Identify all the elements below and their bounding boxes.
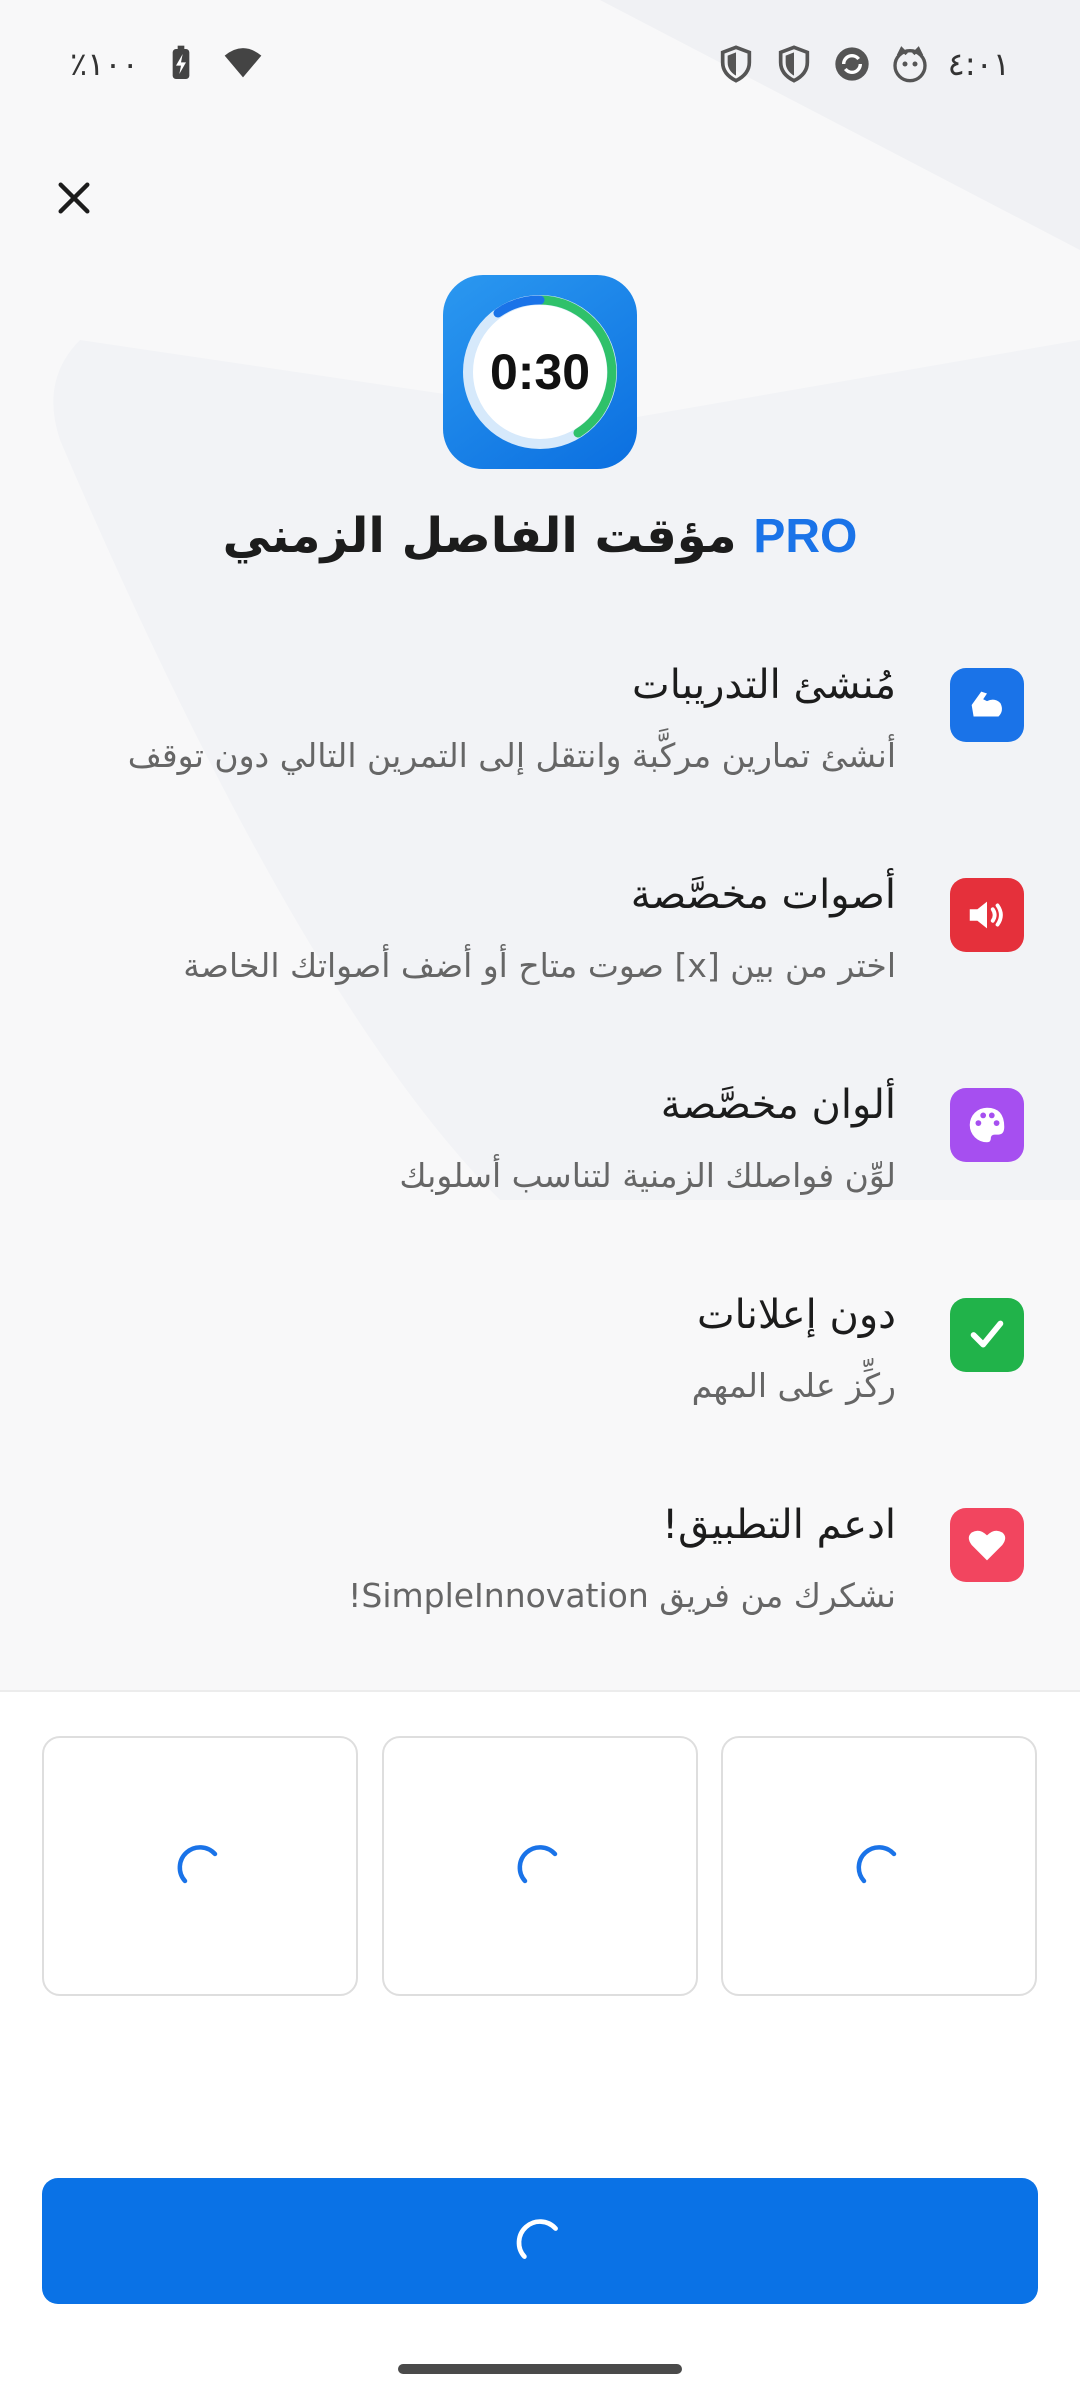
loading-spinner-icon (516, 2219, 558, 2259)
page-title: مؤقت الفاصل الزمني PRO (0, 508, 1080, 564)
loading-spinner-icon (177, 1845, 218, 1884)
feature-description: أنشئ تمارين مركَّبة وانتقل إلى التمرين ا… (127, 736, 896, 775)
feature-custom-colors: ألوان مخصَّصة لوِّن فواصلك الزمنية لتناس… (0, 1082, 1080, 1252)
sync-icon (834, 47, 869, 81)
feature-description: لوِّن فواصلك الزمنية لتناسب أسلوبك (399, 1156, 896, 1195)
feature-title: دون إعلانات (696, 1292, 896, 1338)
close-icon (58, 182, 90, 214)
flexed-arm-icon (950, 668, 1024, 742)
home-indicator[interactable] (398, 2364, 682, 2374)
battery-percentage: ٪١٠٠ (70, 45, 139, 83)
shield-icon (720, 45, 751, 83)
loading-spinner-icon (856, 1845, 897, 1884)
feature-description: اختر من بين [x] صوت متاح أو أضف أصواتك ا… (183, 946, 896, 985)
feature-support-app: ادعم التطبيق! نشكرك من فريق SimpleInnova… (0, 1502, 1080, 1672)
wifi-icon (224, 48, 262, 78)
status-bar: ٪١٠٠ ٤:٠١ (0, 0, 1080, 130)
feature-no-ads: دون إعلانات ركِّز على المهم (0, 1292, 1080, 1462)
status-left: ٪١٠٠ (70, 44, 263, 84)
close-button[interactable] (44, 168, 104, 228)
title-text: مؤقت الفاصل الزمني (222, 508, 737, 564)
feature-title: مُنشئ التدريبات (632, 662, 896, 708)
feature-description: ركِّز على المهم (691, 1366, 896, 1405)
status-right: ٤:٠١ (716, 44, 1010, 84)
app-logo: 0:30 (443, 275, 637, 469)
heart-icon (950, 1508, 1024, 1582)
feature-title: ادعم التطبيق! (662, 1502, 896, 1548)
pro-badge: PRO (753, 510, 858, 563)
feature-title: ألوان مخصَّصة (660, 1082, 896, 1128)
logo-time: 0:30 (489, 344, 591, 400)
plan-card[interactable] (382, 1736, 698, 1996)
cat-icon (892, 46, 927, 83)
feature-description: نشكرك من فريق SimpleInnovation! (348, 1576, 896, 1615)
feature-title: أصوات مخصَّصة (630, 872, 896, 918)
plan-card[interactable] (42, 1736, 358, 1996)
clock: ٤:٠١ (947, 45, 1010, 83)
battery-charging-icon (172, 45, 190, 79)
loading-spinner-icon (517, 1845, 558, 1884)
checkmark-icon (950, 1298, 1024, 1372)
speaker-icon (950, 878, 1024, 952)
feature-custom-sounds: أصوات مخصَّصة اختر من بين [x] صوت متاح أ… (0, 872, 1080, 1042)
shield-icon (778, 45, 809, 83)
plan-card[interactable] (721, 1736, 1037, 1996)
purchase-button[interactable] (42, 2178, 1038, 2304)
palette-icon (950, 1088, 1024, 1162)
feature-workout-builder: مُنشئ التدريبات أنشئ تمارين مركَّبة وانت… (0, 662, 1080, 832)
